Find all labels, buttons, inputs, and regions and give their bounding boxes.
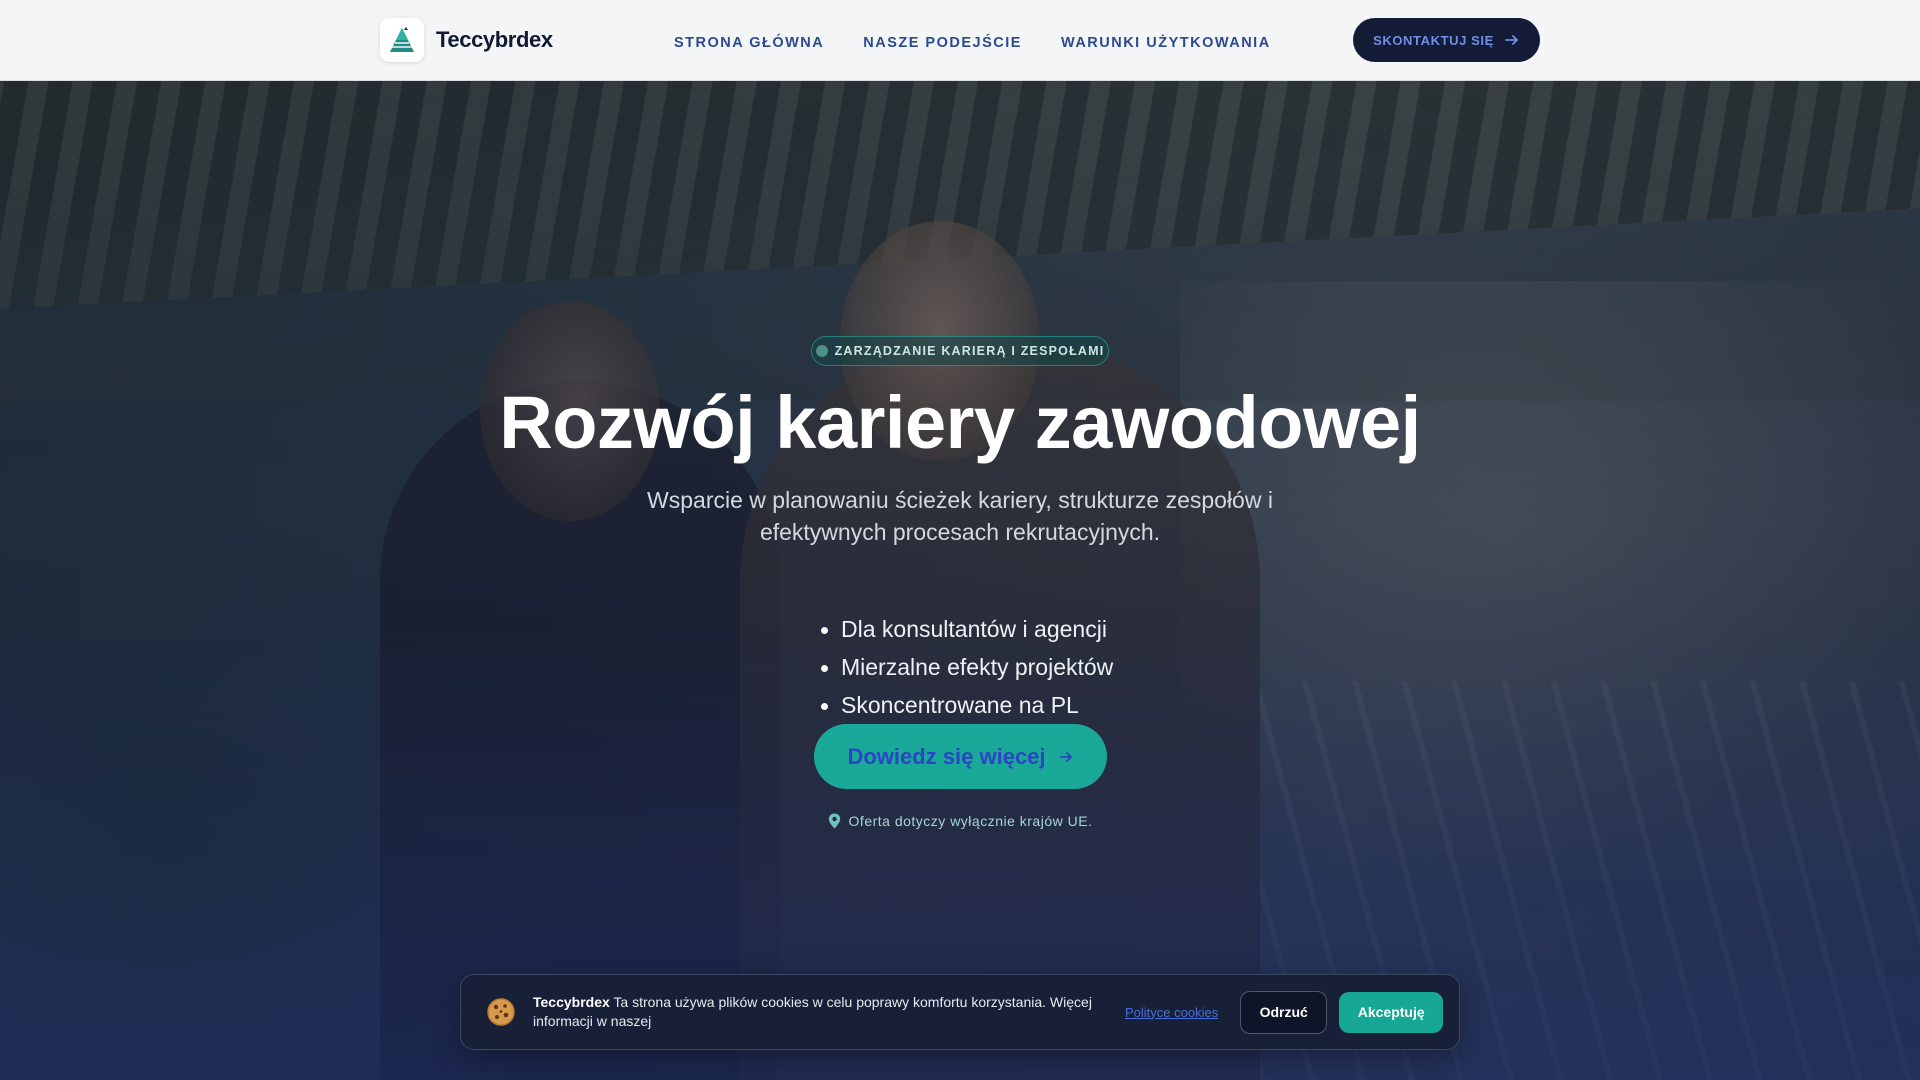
cookie-banner: Teccybrdex Ta strona używa plików cookie… <box>460 974 1460 1050</box>
feature-item: Mierzalne efekty projektów <box>820 648 1113 686</box>
badge-dot-icon <box>815 345 828 357</box>
arrow-right-icon <box>1505 35 1518 45</box>
main-nav: STRONA GŁÓWNA NASZE PODEJŚCIE WARUNKI UŻ… <box>674 35 1310 51</box>
feature-item: Skoncentrowane na PL <box>820 686 1113 724</box>
feature-list: Dla konsultantów i agencji Mierzalne efe… <box>820 610 1113 724</box>
nav-link-home[interactable]: STRONA GŁÓWNA <box>674 35 824 51</box>
accept-cookies-button[interactable]: Akceptuję <box>1339 991 1444 1033</box>
hero-title: Rozwój kariery zawodowej <box>499 381 1421 464</box>
hero-section <box>0 81 1920 1080</box>
eu-note-text: Oferta dotyczy wyłącznie krajów UE. <box>848 813 1093 829</box>
feature-item: Dla konsultantów i agencji <box>820 610 1113 648</box>
eu-note: Oferta dotyczy wyłącznie krajów UE. <box>0 813 1920 829</box>
cookie-text: Ta strona używa plików cookies w celu po… <box>533 994 1092 1029</box>
pyramid-logo-icon <box>380 18 424 62</box>
brand-name: Teccybrdex <box>436 27 553 52</box>
hero-badge: ZARZĄDZANIE KARIERĄ I ZESPOŁAMI <box>811 336 1109 366</box>
site-header: Teccybrdex STRONA GŁÓWNA NASZE PODEJŚCIE… <box>0 0 1920 81</box>
cookie-brand: Teccybrdex <box>533 994 610 1010</box>
cookie-message: Teccybrdex Ta strona używa plików cookie… <box>533 993 1103 1031</box>
arrow-right-icon <box>1059 751 1072 762</box>
learn-more-button[interactable]: Dowiedz się więcej <box>814 724 1107 789</box>
badge-text: ZARZĄDZANIE KARIERĄ I ZESPOŁAMI <box>834 344 1105 358</box>
hero-overlay <box>0 81 1920 1080</box>
contact-button-label: SKONTAKTUJ SIĘ <box>1373 32 1494 48</box>
cookie-policy-link[interactable]: Polityce cookies <box>1125 1005 1218 1020</box>
contact-button[interactable]: SKONTAKTUJ SIĘ <box>1353 18 1540 62</box>
logo-link[interactable]: Teccybrdex <box>380 18 553 62</box>
learn-more-label: Dowiedz się więcej <box>847 743 1046 769</box>
reject-cookies-button[interactable]: Odrzuć <box>1240 990 1328 1034</box>
nav-link-approach[interactable]: NASZE PODEJŚCIE <box>863 35 1022 51</box>
nav-link-terms[interactable]: WARUNKI UŻYTKOWANIA <box>1061 35 1271 51</box>
cookie-icon <box>487 998 515 1026</box>
location-pin-icon <box>828 813 840 829</box>
hero-subtitle: Wsparcie w planowaniu ścieżek kariery, s… <box>647 487 1273 545</box>
